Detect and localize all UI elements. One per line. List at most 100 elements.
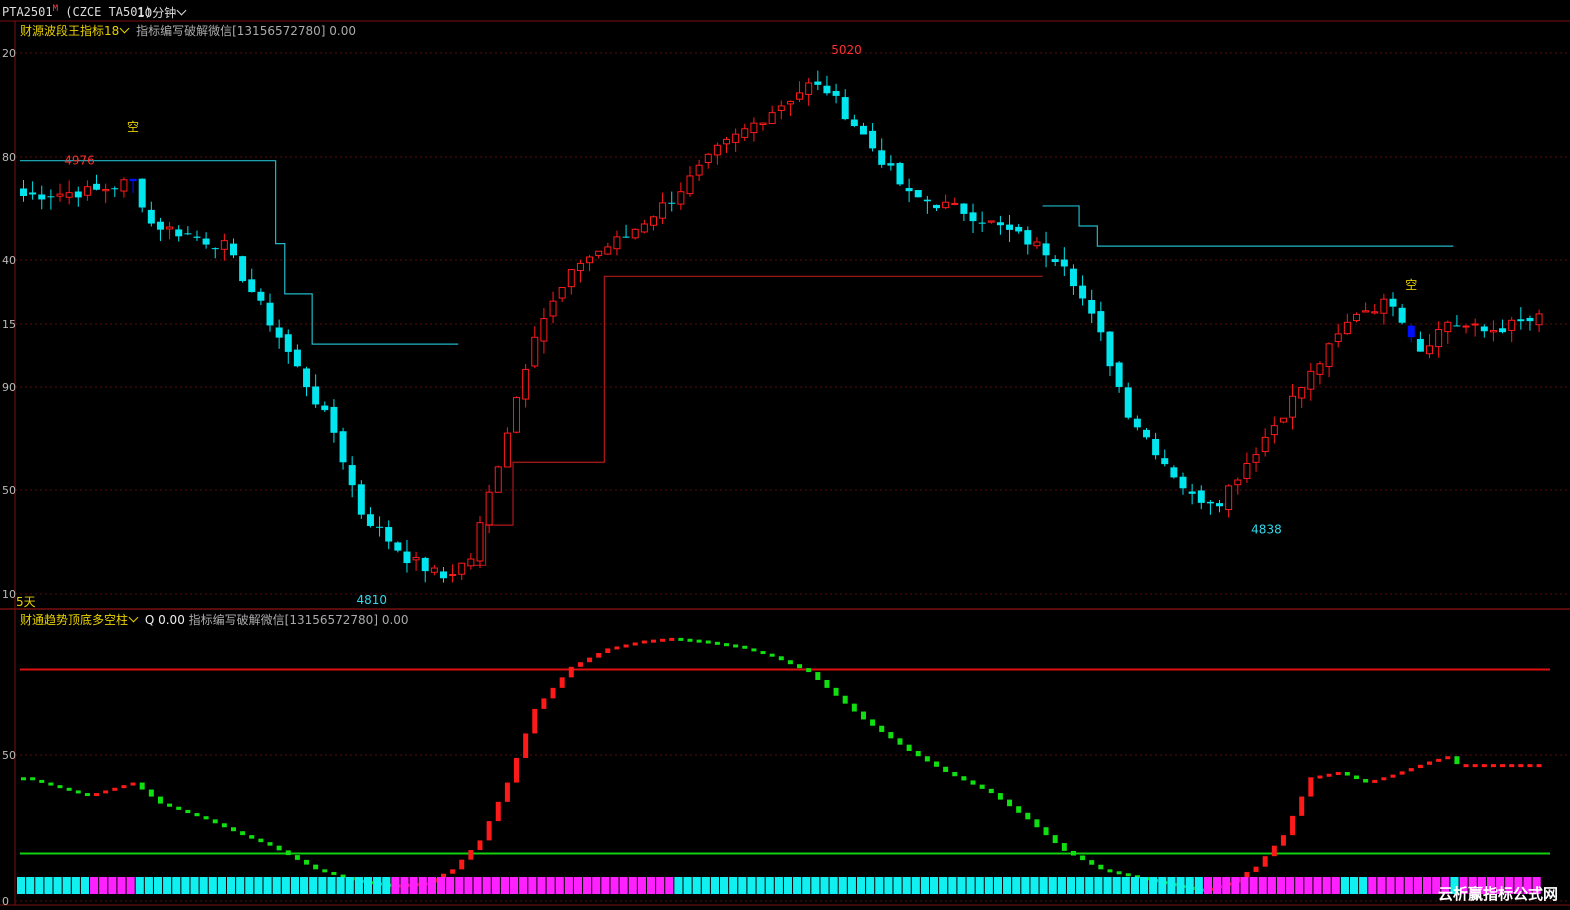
symbol-title[interactable]: PTA2501M (CZCE TA501) [2,4,152,19]
candle [1325,342,1333,378]
candle-body [595,250,603,256]
candle [357,480,365,519]
state-bar [345,877,354,894]
sub-indicator-header[interactable]: 财通趋势顶底多空柱 Q 0.00 指标编写破解微信[13156572780] 0… [20,611,409,628]
main-indicator-header[interactable]: 财源波段王指标18 指标编写破解微信[13156572780] 0.00 [20,22,356,39]
candle [20,179,27,202]
candle-body [567,269,575,288]
candle [485,484,493,534]
osc-bar [1299,796,1305,816]
candle [1015,224,1023,234]
candle-body [449,574,457,577]
candle [1060,247,1068,277]
candle [1535,309,1543,333]
osc-bar [988,788,994,794]
osc-bar [1034,819,1040,828]
candle [366,507,374,528]
osc-bar [1317,775,1323,779]
candle [905,178,913,203]
state-bar [720,877,729,894]
state-bar [153,877,163,894]
candle-body [1088,299,1096,314]
candle [1170,465,1178,479]
state-bar [875,877,884,894]
osc-bar [121,785,127,789]
candle [1298,386,1306,408]
candle-body [1471,323,1479,326]
state-bar [327,877,336,894]
y-tick-label: 40 [2,254,16,267]
osc-bar [769,653,775,657]
osc-bar [806,668,812,673]
osc-bar [185,809,191,814]
candle [74,186,82,207]
candle-body [1316,363,1324,375]
state-bar [1103,877,1112,894]
state-bar [920,877,929,894]
state-bar [1121,877,1130,894]
candle-body [476,522,484,562]
state-bar [573,877,583,894]
candle [586,255,594,272]
candle [1161,449,1169,467]
candle-body [1097,311,1105,333]
osc-bar [194,813,200,817]
period-selector[interactable]: 10分钟 [137,4,189,21]
candle [111,186,119,198]
candle [750,117,758,142]
candle-body [1371,311,1379,314]
state-bar [1057,877,1066,894]
candle [339,427,347,470]
candle-body [1325,343,1333,368]
candle-body [184,233,192,235]
osc-bar [1107,869,1113,873]
candle-body [613,236,621,250]
state-bar [263,877,272,894]
state-bar [1149,877,1158,894]
candle [1216,500,1224,513]
candle-body [1006,224,1014,230]
state-bar [847,877,856,894]
osc-bar [313,864,319,870]
candle [458,562,466,581]
osc-bar [952,772,958,777]
osc-bar [30,777,36,781]
candle-body [859,125,867,135]
state-bar [1404,877,1413,894]
candle-body [1069,268,1077,287]
candle [659,192,667,224]
candle [312,374,320,408]
candle [385,520,393,550]
candle [613,230,621,256]
osc-bar [760,651,766,655]
candle-body [458,562,466,575]
state-bar [1249,877,1258,894]
osc-bar [751,648,757,652]
state-bar [272,877,281,894]
candle-body [878,150,886,165]
osc-bar [1445,756,1451,760]
osc-bar [331,871,337,875]
state-bar [993,877,1003,894]
candle-body [723,138,731,145]
candle [777,100,785,120]
candle-body [156,221,164,230]
state-bar [829,877,838,894]
candle [1142,428,1150,440]
candle [869,123,877,152]
candle [1106,331,1114,377]
state-bar [126,877,135,894]
state-bar [99,877,108,894]
state-bar [1094,877,1103,894]
state-bar [309,877,318,894]
state-bar [1203,877,1213,894]
candle [942,194,950,210]
osc-bar [724,643,730,647]
candle [1526,315,1534,331]
chart-canvas[interactable]: 4976502048104838空空 20804015905010500 [0,0,1570,910]
y-tick-label: 10 [2,588,16,601]
state-bar [418,877,427,894]
candle-body [1179,476,1187,489]
osc-bar [94,793,100,797]
candle [1416,331,1424,352]
